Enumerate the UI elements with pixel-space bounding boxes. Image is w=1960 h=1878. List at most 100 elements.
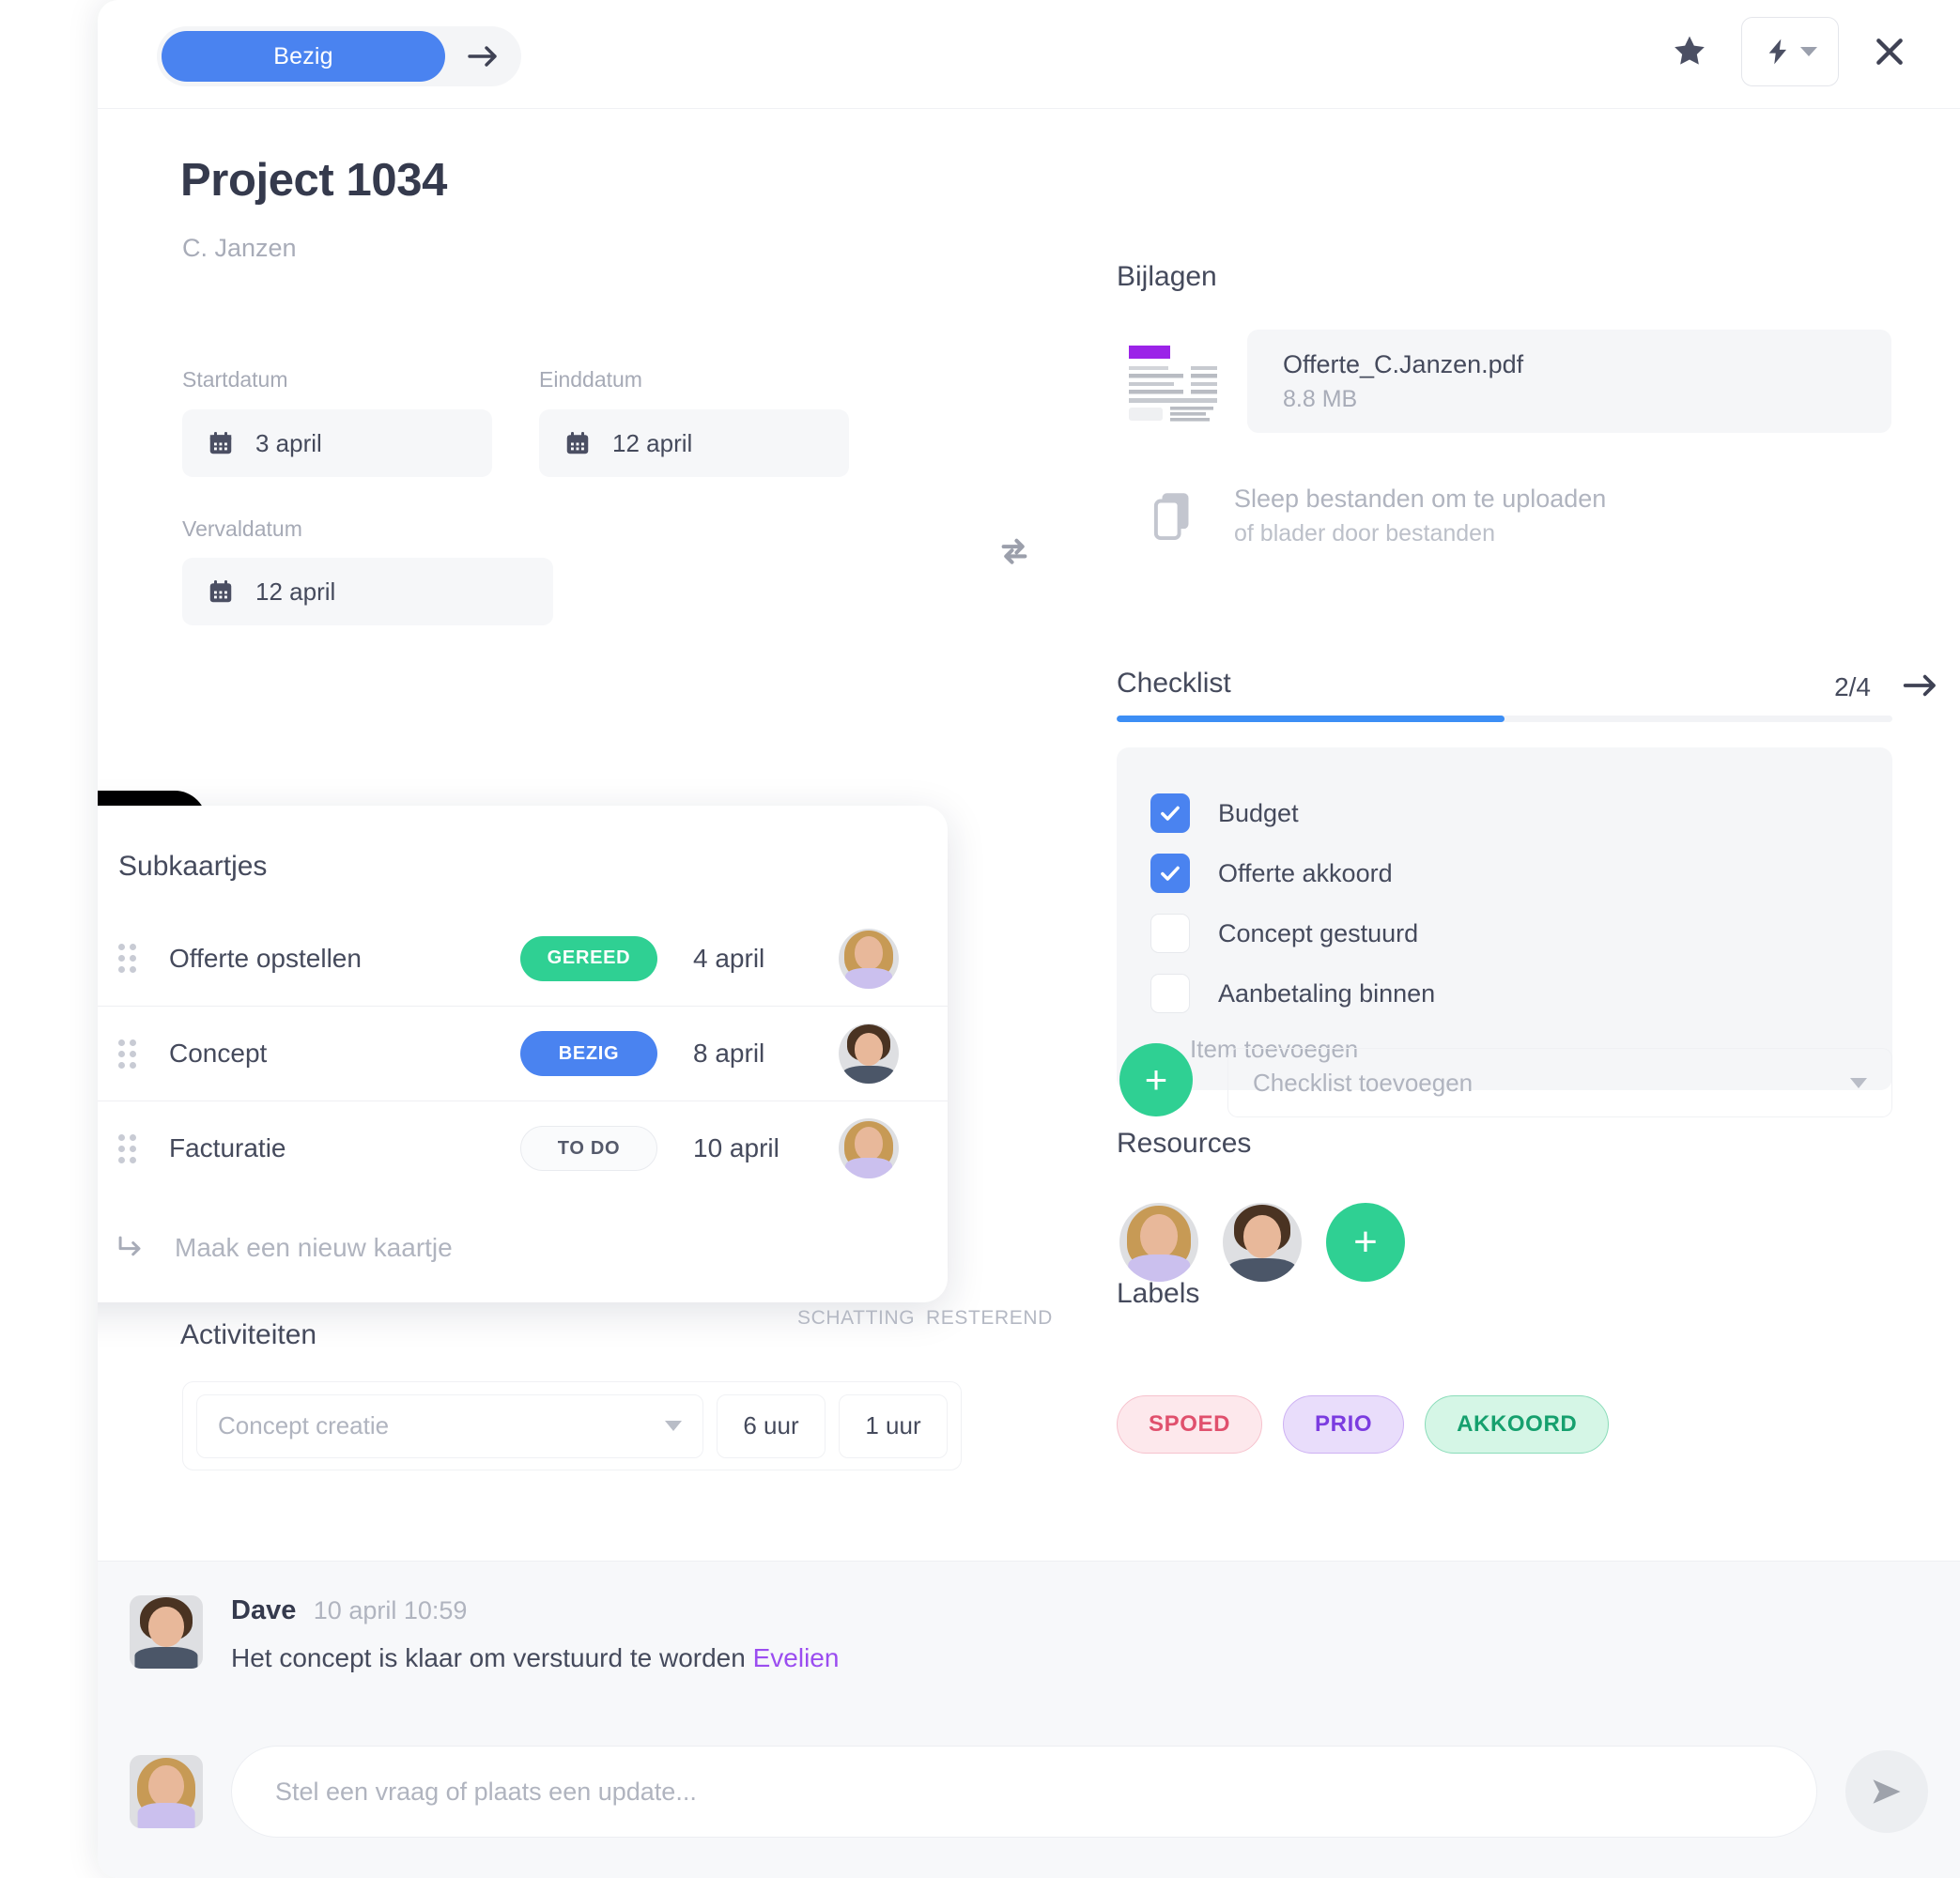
comment-text: Het concept is klaar om verstuurd te wor… bbox=[231, 1643, 753, 1672]
list-item[interactable]: Budget bbox=[1117, 783, 1892, 843]
new-subcard-label: Maak een nieuw kaartje bbox=[175, 1233, 453, 1262]
comment-body: Het concept is klaar om verstuurd te wor… bbox=[231, 1643, 839, 1673]
checkbox-checked-icon[interactable] bbox=[1150, 793, 1190, 833]
status-badge[interactable]: AKKOORD bbox=[1425, 1395, 1610, 1454]
status-switcher[interactable]: Bezig bbox=[157, 26, 521, 86]
table-row[interactable]: Offerte opstellen GEREED 4 april bbox=[98, 911, 948, 1006]
vervaldatum-value: 12 april bbox=[255, 577, 336, 606]
status-badge[interactable]: TO DO bbox=[520, 1126, 657, 1171]
subcard-date: 4 april bbox=[693, 943, 765, 973]
dropzone-title: Sleep bestanden om te uploaden bbox=[1234, 485, 1607, 513]
lightning-bolt-icon bbox=[1768, 38, 1787, 65]
einddatum-field[interactable]: 12 april bbox=[539, 409, 849, 477]
card-detail-modal: Bezig Project 1034 C. Janzen Startdatum … bbox=[98, 0, 1960, 1878]
drag-handle-icon[interactable] bbox=[118, 1039, 139, 1069]
automation-menu-button[interactable] bbox=[1741, 17, 1839, 86]
activity-row: Concept creatie 6 uur 1 uur bbox=[182, 1381, 962, 1470]
table-row[interactable]: Concept BEZIG 8 april bbox=[98, 1006, 948, 1101]
project-client: C. Janzen bbox=[182, 234, 297, 262]
attachment-card[interactable]: Offerte_C.Janzen.pdf 8.8 MB bbox=[1247, 330, 1891, 433]
list-item[interactable]: Offerte akkoord bbox=[1117, 843, 1892, 903]
new-subcard-button[interactable]: Maak een nieuw kaartje bbox=[98, 1195, 948, 1263]
chevron-down-icon bbox=[665, 1421, 682, 1431]
attachments-title: Bijlagen bbox=[1117, 261, 1217, 292]
vervaldatum-field[interactable]: 12 april bbox=[182, 558, 553, 625]
checklist-panel: Budget Offerte akkoord Concept gestuurd … bbox=[1117, 747, 1892, 1090]
return-arrow-icon bbox=[118, 1236, 141, 1256]
checklist-item-label: Budget bbox=[1218, 798, 1299, 827]
header-actions bbox=[1670, 17, 1908, 86]
swap-arrows-icon bbox=[1001, 538, 1027, 564]
checklist-template-placeholder: Checklist toevoegen bbox=[1253, 1068, 1474, 1097]
send-icon bbox=[1873, 1779, 1901, 1804]
labels-title: Labels bbox=[1117, 1278, 1200, 1309]
avatar[interactable] bbox=[1223, 1203, 1302, 1282]
checkbox-unchecked-icon[interactable] bbox=[1150, 914, 1190, 953]
activity-remaining-field[interactable]: 1 uur bbox=[839, 1393, 948, 1458]
startdatum-label: Startdatum bbox=[182, 367, 288, 392]
avatar[interactable] bbox=[839, 1024, 899, 1084]
comment-input[interactable]: Stel een vraag of plaats een update... bbox=[231, 1746, 1817, 1838]
pdf-thumbnail-icon bbox=[1121, 340, 1234, 423]
status-current-button[interactable]: Bezig bbox=[162, 31, 445, 82]
col-remaining-label: RESTEREND bbox=[926, 1307, 1053, 1329]
activity-type-select[interactable]: Concept creatie bbox=[196, 1393, 703, 1458]
dropzone-subtitle: of blader door bestanden bbox=[1234, 520, 1495, 546]
subcards-title: Subkaartjes bbox=[118, 851, 268, 882]
checklist-item-label: Concept gestuurd bbox=[1218, 918, 1419, 947]
calendar-icon bbox=[209, 580, 232, 603]
send-comment-button[interactable] bbox=[1845, 1750, 1928, 1833]
startdatum-field[interactable]: 3 april bbox=[182, 409, 492, 477]
comment-author: Dave bbox=[231, 1595, 297, 1625]
right-column: Bijlagen Offerte_C.Janzen.pdf 8.8 MB Sle… bbox=[1112, 109, 1960, 1561]
drag-handle-icon[interactable] bbox=[118, 1133, 139, 1163]
subcard-date: 10 april bbox=[693, 1133, 779, 1162]
comments-section: Dave 10 april 10:59 Het concept is klaar… bbox=[98, 1561, 1960, 1878]
activity-estimate-field[interactable]: 6 uur bbox=[717, 1393, 826, 1458]
list-item[interactable]: Concept gestuurd bbox=[1117, 903, 1892, 963]
checklist-next-button[interactable] bbox=[1902, 672, 1939, 703]
checkbox-checked-icon[interactable] bbox=[1150, 854, 1190, 893]
checklist-item-label: Offerte akkoord bbox=[1218, 858, 1393, 887]
table-row[interactable]: Facturatie TO DO 10 april bbox=[98, 1101, 948, 1195]
modal-header: Bezig bbox=[98, 0, 1960, 109]
attachment-name: Offerte_C.Janzen.pdf bbox=[1283, 349, 1524, 378]
subcards-panel: Subkaartjes Offerte opstellen GEREED 4 a… bbox=[98, 806, 948, 1302]
attachment-item: Offerte_C.Janzen.pdf 8.8 MB bbox=[1121, 330, 1891, 433]
avatar[interactable] bbox=[839, 1118, 899, 1178]
favorite-star-button[interactable] bbox=[1670, 33, 1709, 70]
activity-type-value: Concept creatie bbox=[218, 1411, 390, 1439]
avatar[interactable] bbox=[130, 1755, 203, 1828]
close-button[interactable] bbox=[1871, 33, 1908, 70]
list-item[interactable]: Aanbetaling binnen bbox=[1117, 963, 1892, 1024]
status-badge[interactable]: PRIO bbox=[1283, 1395, 1405, 1454]
status-badge[interactable]: SPOED bbox=[1117, 1395, 1263, 1454]
checklist-count: 2/4 bbox=[1834, 672, 1871, 701]
status-next-button[interactable] bbox=[445, 44, 521, 69]
comment-mention[interactable]: Evelien bbox=[753, 1643, 840, 1672]
checkbox-unchecked-icon[interactable] bbox=[1150, 974, 1190, 1013]
vervaldatum-label: Vervaldatum bbox=[182, 516, 302, 541]
einddatum-label: Einddatum bbox=[539, 367, 642, 392]
swap-dates-button[interactable] bbox=[995, 531, 1034, 576]
star-icon bbox=[1674, 36, 1705, 65]
status-badge[interactable]: BEZIG bbox=[520, 1031, 657, 1076]
avatar[interactable] bbox=[1119, 1203, 1198, 1282]
startdatum-value: 3 april bbox=[255, 428, 322, 457]
col-estimate-label: SCHATTING bbox=[797, 1307, 916, 1329]
subcard-name: Concept bbox=[169, 1039, 268, 1068]
status-badge[interactable]: GEREED bbox=[520, 935, 657, 981]
comment-item: Dave 10 april 10:59 Het concept is klaar… bbox=[130, 1595, 839, 1673]
checklist-item-label: Aanbetaling binnen bbox=[1218, 978, 1436, 1008]
avatar[interactable] bbox=[130, 1595, 203, 1669]
copy-files-icon bbox=[1153, 492, 1189, 540]
modal-body: Project 1034 C. Janzen Startdatum 3 apri… bbox=[98, 109, 1960, 1561]
add-resource-button[interactable]: + bbox=[1326, 1203, 1405, 1282]
avatar[interactable] bbox=[839, 928, 899, 989]
add-checklist-button[interactable]: + bbox=[1119, 1043, 1193, 1116]
file-dropzone[interactable]: Sleep bestanden om te uploaden of blader… bbox=[1150, 485, 1606, 547]
labels-list: SPOED PRIO AKKOORD bbox=[1117, 1395, 1610, 1454]
drag-handle-icon[interactable] bbox=[118, 944, 139, 973]
subcard-name: Offerte opstellen bbox=[169, 943, 362, 973]
checklist-template-select[interactable]: Checklist toevoegen bbox=[1227, 1048, 1892, 1117]
